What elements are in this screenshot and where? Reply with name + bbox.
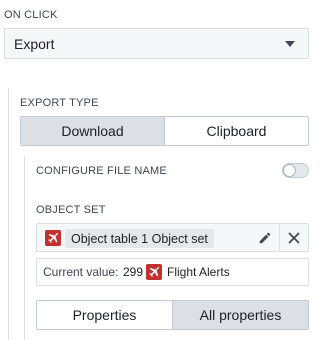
field-divider [279,224,280,251]
configure-file-name-label: CONFIGURE FILE NAME [36,165,167,177]
close-icon [288,232,300,244]
section-rail [8,88,9,340]
object-set-tag: Object table 1 Object set [65,229,214,248]
clear-object-set-button[interactable] [283,227,305,249]
all-properties-button[interactable]: All properties [172,301,308,329]
object-set-label: OBJECT SET [36,204,106,216]
export-type-download-button[interactable]: Download [21,117,164,145]
on-click-selected-value: Export [14,35,55,52]
caret-down-icon [285,41,295,47]
export-type-toggle: Download Clipboard [20,116,309,146]
airplane-icon [45,230,61,246]
export-type-clipboard-button[interactable]: Clipboard [164,117,308,145]
current-value-count: 299 [123,265,144,279]
configure-file-name-switch[interactable] [282,163,309,178]
on-click-label: ON CLICK [4,9,58,21]
export-type-label: EXPORT TYPE [20,97,99,109]
current-value-label: Current value: [43,265,119,279]
airplane-icon [146,264,162,280]
pencil-icon [259,232,271,244]
current-value-type: Flight Alerts [167,265,230,279]
switch-knob [284,165,295,176]
object-set-field[interactable]: Object table 1 Object set [36,223,309,252]
on-click-select[interactable]: Export [4,28,309,59]
subsection-rail [24,156,25,340]
current-value-box: Current value: 299 Flight Alerts [36,258,309,286]
properties-button[interactable]: Properties [37,301,172,329]
edit-object-set-button[interactable] [254,227,276,249]
properties-mode-toggle: Properties All properties [36,300,309,330]
